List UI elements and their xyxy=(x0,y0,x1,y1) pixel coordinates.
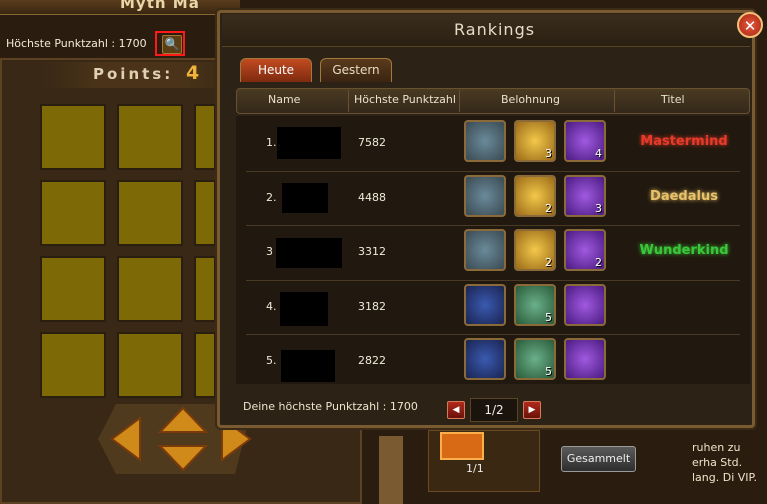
prev-page-button[interactable]: ◀ xyxy=(447,401,465,419)
score-value: 2822 xyxy=(358,354,386,367)
game-tile xyxy=(194,332,216,398)
game-title: Myth Ma xyxy=(120,0,200,12)
reward-count: 5 xyxy=(545,365,552,378)
reward-count: 3 xyxy=(545,147,552,160)
treasure-chest-icon[interactable]: 3 xyxy=(514,120,556,162)
reward-fraction: 1/1 xyxy=(466,462,484,475)
tab-gestern[interactable]: Gestern xyxy=(320,58,392,82)
next-page-button[interactable]: ▶ xyxy=(523,401,541,419)
column-divider xyxy=(348,90,349,112)
dialog-title: Rankings xyxy=(454,20,536,39)
rank-number: 1. xyxy=(266,136,277,149)
treasure-chest-icon[interactable]: 2 xyxy=(514,229,556,271)
reward-count: 2 xyxy=(595,256,602,269)
collected-button[interactable]: Gesammelt xyxy=(561,446,636,472)
player-name-redacted xyxy=(276,238,342,268)
treasure-chest-icon[interactable]: 2 xyxy=(514,175,556,217)
crystal-icon[interactable] xyxy=(564,284,606,326)
column-divider xyxy=(614,90,615,112)
reward-count: 3 xyxy=(595,202,602,215)
game-tile xyxy=(194,180,216,246)
helmet-icon[interactable] xyxy=(464,338,506,380)
game-tile xyxy=(194,256,216,322)
points-label: Points: xyxy=(93,65,174,83)
badge-icon[interactable] xyxy=(464,229,506,271)
game-tile xyxy=(117,180,183,246)
bag-icon[interactable]: 5 xyxy=(514,284,556,326)
row-divider xyxy=(246,225,740,226)
badge-icon[interactable] xyxy=(464,175,506,217)
score-value: 3312 xyxy=(358,245,386,258)
reward-item-icon xyxy=(440,432,484,460)
tab-heute[interactable]: Heute xyxy=(240,58,312,82)
reward-count: 2 xyxy=(545,202,552,215)
game-tile xyxy=(40,104,106,170)
side-text: ruhen zu erha Std. lang. Di VIP. xyxy=(692,441,757,484)
reward-count: 5 xyxy=(545,311,552,324)
highscore-label: Höchste Punktzahl : 1700 xyxy=(6,37,147,50)
badge-icon[interactable] xyxy=(464,120,506,162)
crystal-icon[interactable] xyxy=(564,338,606,380)
bag-icon[interactable]: 5 xyxy=(514,338,556,380)
magnifier-icon[interactable]: 🔍 xyxy=(162,35,182,54)
rank-number: 5. xyxy=(266,354,277,367)
player-name-redacted xyxy=(282,183,328,213)
column-header-score: Höchste Punktzahl xyxy=(354,93,456,106)
column-divider xyxy=(459,90,460,112)
reward-count: 4 xyxy=(595,147,602,160)
player-name-redacted xyxy=(277,127,341,159)
close-icon[interactable]: ✕ xyxy=(737,12,763,38)
rank-number: 4. xyxy=(266,300,277,313)
column-header-reward: Belohnung xyxy=(501,93,560,106)
helmet-icon[interactable] xyxy=(464,284,506,326)
own-highscore-label: Deine höchste Punktzahl : 1700 xyxy=(243,400,418,413)
game-tile xyxy=(40,180,106,246)
points-value: 4 xyxy=(186,62,200,84)
score-value: 4488 xyxy=(358,191,386,204)
game-tile xyxy=(194,104,216,170)
game-tile xyxy=(40,256,106,322)
game-tile xyxy=(40,332,106,398)
player-name-redacted xyxy=(281,350,335,382)
row-divider xyxy=(246,171,740,172)
page-indicator: 1/2 xyxy=(470,398,518,422)
title-badge: Mastermind xyxy=(640,134,728,149)
score-value: 3182 xyxy=(358,300,386,313)
reward-count: 2 xyxy=(545,256,552,269)
rank-number: 2. xyxy=(266,191,277,204)
game-tile xyxy=(117,332,183,398)
player-name-redacted xyxy=(280,292,328,326)
game-tile xyxy=(117,104,183,170)
title-badge: Daedalus xyxy=(650,189,718,204)
row-divider xyxy=(246,334,740,335)
column-header-title: Titel xyxy=(661,93,685,106)
game-tile xyxy=(117,256,183,322)
crystal-icon[interactable]: 4 xyxy=(564,120,606,162)
row-divider xyxy=(246,280,740,281)
rank-number: 3 xyxy=(266,245,273,258)
score-value: 7582 xyxy=(358,136,386,149)
column-header-name: Name xyxy=(268,93,301,106)
crystal-icon[interactable]: 3 xyxy=(564,175,606,217)
bg-pillar xyxy=(379,436,403,504)
crystal-icon[interactable]: 2 xyxy=(564,229,606,271)
title-badge: Wunderkind xyxy=(639,243,729,258)
